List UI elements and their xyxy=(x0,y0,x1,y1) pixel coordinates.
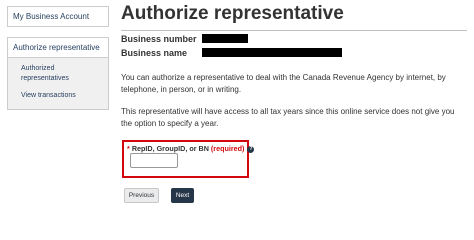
required-star: * xyxy=(127,144,130,153)
rep-id-input[interactable] xyxy=(130,153,178,168)
previous-button[interactable]: Previous xyxy=(124,188,159,203)
sidebar-section: Authorize representative Authorized repr… xyxy=(7,37,109,110)
rep-id-label: * RepID, GroupID, or BN (required) ? xyxy=(127,144,255,153)
sidebar-item-authorize-representative[interactable]: Authorize representative xyxy=(8,38,108,58)
sidebar-item-authorized-representatives[interactable]: Authorized representatives xyxy=(8,58,108,87)
business-number-label: Business number xyxy=(121,34,197,44)
page-title: Authorize representative xyxy=(121,3,467,31)
business-name-row: Business name xyxy=(121,48,199,58)
rep-id-label-text: RepID, GroupID, or BN xyxy=(131,144,209,153)
business-number-redacted xyxy=(202,34,248,43)
authorize-info-paragraph: You can authorize a representative to de… xyxy=(121,73,446,94)
business-number-row: Business number xyxy=(121,34,199,44)
access-info-paragraph: This representative will have access to … xyxy=(121,107,455,128)
sidebar-item-my-business-account[interactable]: My Business Account xyxy=(7,6,109,27)
required-text: (required) xyxy=(210,144,245,153)
business-name-redacted xyxy=(202,48,342,57)
next-button[interactable]: Next xyxy=(171,188,194,203)
sidebar-item-view-transactions[interactable]: View transactions xyxy=(8,87,108,109)
rep-id-field-group: * RepID, GroupID, or BN (required) ? xyxy=(122,140,255,178)
sidebar-nav: My Business Account Authorize representa… xyxy=(7,6,109,110)
business-name-label: Business name xyxy=(121,48,188,58)
help-icon[interactable]: ? xyxy=(247,145,255,153)
